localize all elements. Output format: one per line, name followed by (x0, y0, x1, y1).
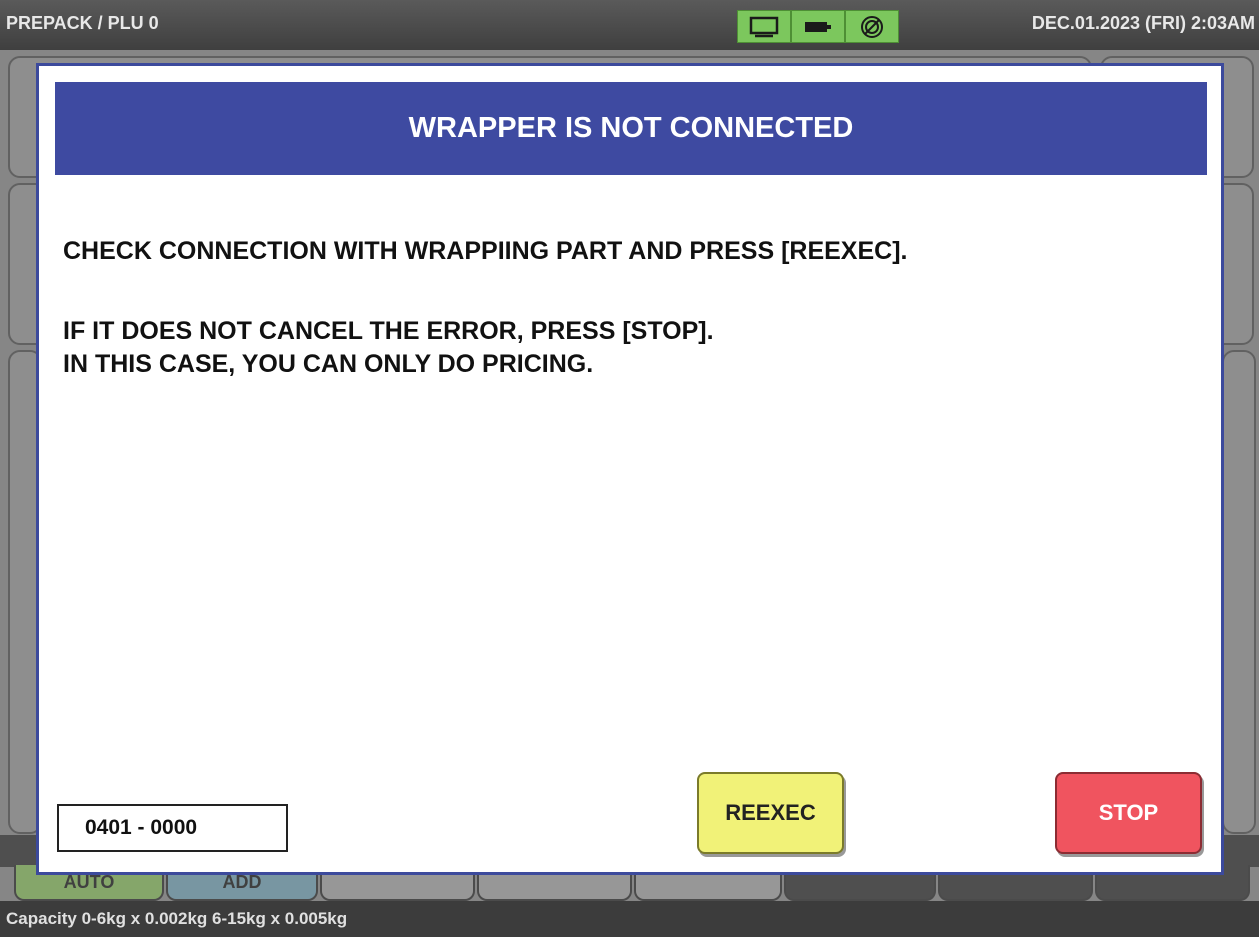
status-icons (737, 10, 899, 43)
capacity-text: Capacity 0-6kg x 0.002kg 6-15kg x 0.005k… (6, 909, 348, 928)
reexec-label: REEXEC (725, 800, 816, 825)
message-line-1: CHECK CONNECTION WITH WRAPPIING PART AND… (63, 237, 908, 265)
reexec-button[interactable]: REEXEC (697, 772, 844, 854)
message-line-2: IF IT DOES NOT CANCEL THE ERROR, PRESS [… (63, 317, 714, 345)
mode-title: PREPACK / PLU 0 (6, 13, 159, 33)
monitor-icon (737, 10, 791, 43)
capacity-status-bar: Capacity 0-6kg x 0.002kg 6-15kg x 0.005k… (0, 901, 1259, 937)
top-bar: PREPACK / PLU 0 DEC.01.2023 (FRI) 2:03AM (0, 0, 1259, 50)
dialog-title: WRAPPER IS NOT CONNECTED (408, 112, 854, 144)
error-code: 0401 - 0000 (57, 804, 288, 852)
dialog-header: WRAPPER IS NOT CONNECTED (55, 82, 1207, 175)
stop-button[interactable]: STOP (1055, 772, 1202, 854)
network-icon (845, 10, 899, 43)
battery-icon (791, 10, 845, 43)
date-time: DEC.01.2023 (FRI) 2:03AM (1031, 13, 1255, 33)
error-dialog: WRAPPER IS NOT CONNECTED CHECK CONNECTIO… (36, 63, 1224, 875)
stop-label: STOP (1098, 800, 1159, 825)
message-line-3: IN THIS CASE, YOU CAN ONLY DO PRICING. (63, 350, 594, 378)
